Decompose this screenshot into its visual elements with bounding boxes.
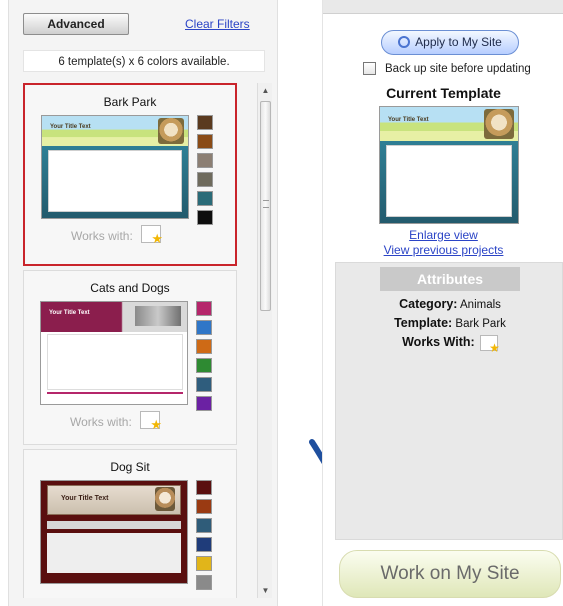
thumbnail-content-area bbox=[48, 150, 182, 212]
color-swatch[interactable] bbox=[196, 499, 212, 514]
template-list: Bark Park Your Title Text Works with: C bbox=[21, 83, 251, 598]
current-template-heading: Current Template bbox=[386, 85, 501, 101]
category-row: Category: Animals bbox=[336, 297, 563, 311]
works-with-label: Works with: bbox=[70, 415, 132, 429]
template-key: Template: bbox=[394, 316, 453, 330]
advanced-button[interactable]: Advanced bbox=[23, 13, 129, 35]
color-swatches bbox=[196, 301, 212, 415]
template-row: Template: Bark Park bbox=[336, 316, 563, 330]
color-swatch[interactable] bbox=[196, 301, 212, 316]
view-previous-projects-link[interactable]: View previous projects bbox=[323, 243, 563, 257]
template-name: Dog Sit bbox=[110, 460, 150, 474]
apply-label: Apply to My Site bbox=[415, 35, 502, 49]
template-thumbnail[interactable]: Your Title Text bbox=[41, 115, 189, 219]
color-swatch[interactable] bbox=[197, 172, 213, 187]
thumbnail-title: Your Title Text bbox=[61, 495, 109, 502]
template-thumbnail[interactable]: Your Title Text bbox=[40, 480, 188, 584]
cat-dog-photo-icon bbox=[135, 306, 181, 326]
color-swatch[interactable] bbox=[196, 396, 212, 411]
template-card-cats-and-dogs[interactable]: Cats and Dogs Your Title Text Works with… bbox=[23, 270, 237, 445]
template-name: Bark Park bbox=[103, 95, 157, 109]
color-swatch[interactable] bbox=[196, 480, 212, 495]
works-with-star-icon bbox=[140, 411, 162, 433]
thumbnail-content-area bbox=[386, 145, 512, 217]
template-browser-panel: Advanced Clear Filters 6 template(s) x 6… bbox=[8, 0, 278, 606]
thumbnail-title: Your Title Text bbox=[49, 310, 90, 316]
color-swatch[interactable] bbox=[196, 320, 212, 335]
backup-checkbox[interactable] bbox=[363, 62, 376, 75]
thumbnail-content-area bbox=[47, 533, 181, 573]
color-swatches bbox=[196, 480, 212, 594]
attributes-box: Attributes Category: Animals Template: B… bbox=[335, 262, 563, 540]
template-card-bark-park[interactable]: Bark Park Your Title Text Works with: bbox=[23, 83, 237, 266]
color-swatch[interactable] bbox=[197, 134, 213, 149]
thumbnail-content-area bbox=[47, 334, 183, 390]
color-swatch[interactable] bbox=[196, 556, 212, 571]
color-swatch[interactable] bbox=[196, 339, 212, 354]
color-swatches bbox=[197, 115, 213, 229]
attributes-heading: Attributes bbox=[380, 267, 520, 291]
top-strip bbox=[323, 0, 563, 14]
template-list-scrollbar[interactable]: ▲ ▼ bbox=[257, 83, 272, 598]
works-with-key: Works With: bbox=[402, 335, 475, 349]
work-on-my-site-button[interactable]: Work on My Site bbox=[339, 550, 561, 598]
current-template-thumbnail[interactable]: Your Title Text bbox=[379, 106, 519, 224]
color-swatch[interactable] bbox=[196, 537, 212, 552]
template-name: Cats and Dogs bbox=[90, 281, 170, 295]
color-swatch[interactable] bbox=[196, 518, 212, 533]
scrollbar-thumb[interactable] bbox=[260, 101, 271, 311]
color-swatch[interactable] bbox=[196, 377, 212, 392]
works-with-star-icon bbox=[141, 225, 163, 247]
backup-label: Back up site before updating bbox=[385, 63, 531, 75]
thumbnail-title: Your Title Text bbox=[388, 117, 429, 123]
color-swatch[interactable] bbox=[196, 358, 212, 373]
scroll-up-arrow-icon[interactable]: ▲ bbox=[258, 83, 273, 98]
category-value: Animals bbox=[460, 299, 501, 311]
works-with-row: Works With: bbox=[336, 335, 563, 355]
template-card-dog-sit[interactable]: Dog Sit Your Title Text bbox=[23, 449, 237, 598]
color-swatch[interactable] bbox=[196, 575, 212, 590]
dog-photo-icon bbox=[484, 109, 514, 139]
thumbnail-title: Your Title Text bbox=[50, 124, 91, 130]
color-swatch[interactable] bbox=[197, 153, 213, 168]
current-template-panel: Apply to My Site Back up site before upd… bbox=[322, 0, 563, 606]
color-swatch[interactable] bbox=[197, 115, 213, 130]
enlarge-view-link[interactable]: Enlarge view bbox=[323, 228, 563, 242]
apply-to-my-site-button[interactable]: Apply to My Site bbox=[381, 30, 519, 55]
works-with-star-icon bbox=[479, 335, 500, 355]
availability-text: 6 template(s) x 6 colors available. bbox=[23, 50, 265, 72]
color-swatch[interactable] bbox=[197, 191, 213, 206]
dog-photo-icon bbox=[158, 118, 184, 144]
scroll-down-arrow-icon[interactable]: ▼ bbox=[258, 583, 273, 598]
template-thumbnail[interactable]: Your Title Text bbox=[40, 301, 188, 405]
works-with-label: Works with: bbox=[71, 229, 133, 243]
dog-photo-icon bbox=[155, 487, 175, 511]
color-swatch[interactable] bbox=[197, 210, 213, 225]
category-key: Category: bbox=[399, 297, 458, 311]
refresh-icon bbox=[398, 36, 411, 48]
template-value: Bark Park bbox=[455, 318, 506, 330]
clear-filters-link[interactable]: Clear Filters bbox=[185, 17, 250, 31]
backup-row: Back up site before updating bbox=[363, 62, 553, 78]
scrollbar-grip-icon bbox=[263, 200, 269, 208]
